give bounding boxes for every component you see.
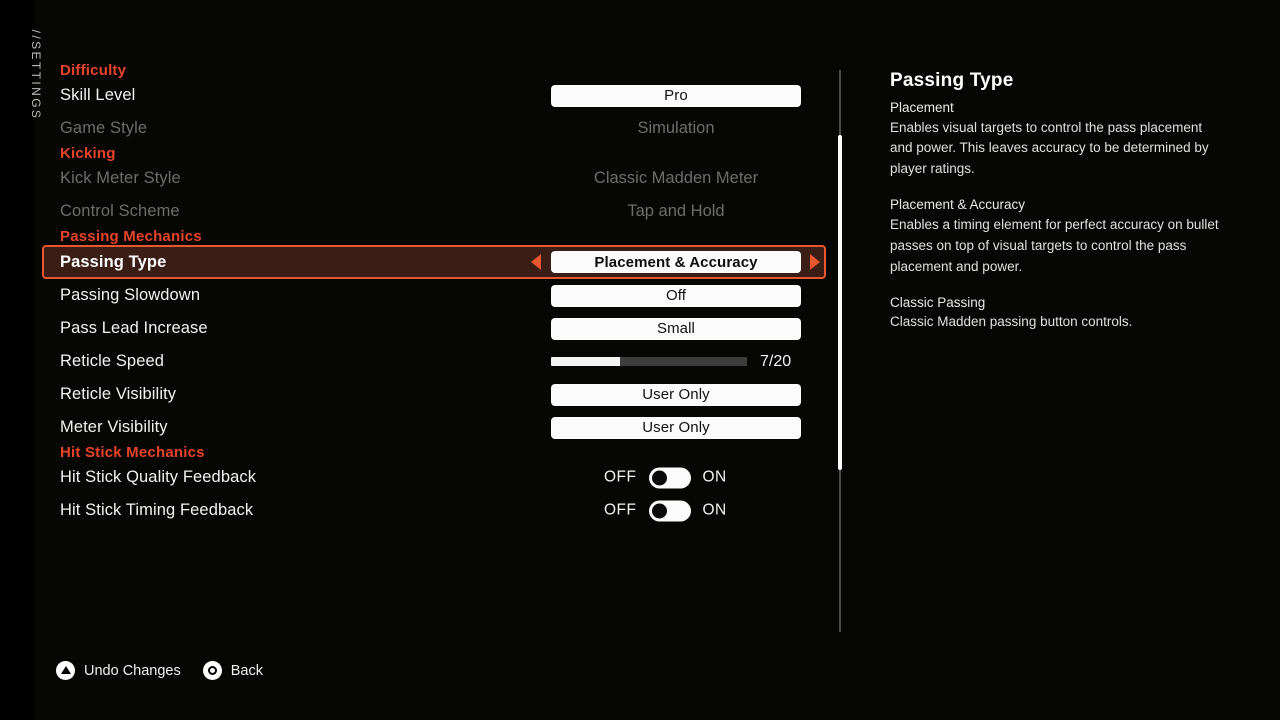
- breadcrumb-settings: //SETTINGS: [29, 29, 43, 121]
- setting-label: Passing Type: [60, 252, 167, 271]
- settings-list[interactable]: Difficulty Skill Level Pro Game Style Simula…: [42, 62, 834, 642]
- setting-label: Skill Level: [60, 86, 136, 104]
- setting-row[interactable]: Passing Slowdown Off: [44, 279, 834, 312]
- toggle-switch[interactable]: [648, 500, 691, 521]
- setting-value-pill[interactable]: User Only: [551, 416, 801, 439]
- setting-value-pill[interactable]: Pro: [551, 84, 801, 107]
- slider-fill: [551, 357, 620, 366]
- button-hints: Undo Changes Back: [56, 661, 263, 680]
- setting-label: Hit Stick Timing Feedback: [60, 501, 254, 519]
- setting-label: Reticle Speed: [60, 352, 165, 370]
- info-body: Enables a timing element for perfect acc…: [890, 216, 1219, 274]
- setting-value-pill[interactable]: Small: [551, 317, 801, 340]
- scrollbar-thumb[interactable]: [838, 135, 842, 470]
- section-header: Kicking: [60, 145, 116, 162]
- info-subtitle: Placement: [890, 100, 954, 115]
- setting-row: Control Scheme Tap and Hold: [44, 195, 834, 228]
- setting-value-pill[interactable]: Placement & Accuracy: [551, 251, 801, 273]
- setting-value: Simulation: [637, 119, 715, 137]
- toggle-knob: [652, 503, 667, 518]
- setting-label: Pass Lead Increase: [60, 319, 208, 337]
- setting-label: Kick Meter Style: [60, 169, 181, 187]
- setting-value-pill[interactable]: Off: [551, 284, 801, 307]
- button-hint[interactable]: Back: [202, 661, 263, 680]
- info-block: Placement Enables visual targets to contr…: [890, 101, 1220, 180]
- setting-row[interactable]: Hit Stick Timing Feedback OFF ON: [44, 494, 834, 527]
- info-panel: Passing Type Placement Enables visual tar…: [890, 70, 1220, 351]
- side-rail: //SETTINGS: [0, 0, 43, 720]
- setting-row[interactable]: Meter Visibility User Only: [44, 411, 834, 444]
- info-body: Classic Madden passing button controls.: [890, 314, 1133, 330]
- toggle-switch[interactable]: [648, 467, 691, 488]
- slider-track[interactable]: [551, 357, 747, 366]
- toggle-on-label: ON: [702, 501, 727, 519]
- setting-value: Classic Madden Meter: [593, 169, 759, 187]
- setting-row[interactable]: Pass Lead Increase Small: [44, 312, 834, 345]
- triangle-button-icon: [56, 661, 75, 680]
- section-header: Hit Stick Mechanics: [60, 444, 205, 461]
- setting-row[interactable]: Reticle Speed 7/20: [44, 345, 834, 378]
- setting-row[interactable]: Reticle Visibility User Only: [44, 378, 834, 411]
- button-hint-label: Undo Changes: [84, 662, 181, 679]
- button-hint-label: Back: [230, 662, 263, 679]
- info-subtitle: Classic Passing: [890, 294, 986, 310]
- setting-label: Reticle Visibility: [60, 385, 177, 403]
- setting-row: Kick Meter Style Classic Madden Meter: [44, 162, 834, 195]
- section-header: Difficulty: [60, 62, 127, 79]
- setting-row[interactable]: Passing Type Placement & Accuracy: [42, 245, 826, 279]
- setting-row[interactable]: Skill Level Pro: [44, 79, 834, 112]
- circle-glyph: [207, 665, 217, 676]
- setting-value-pill[interactable]: User Only: [551, 383, 801, 406]
- info-block: Classic Passing Classic Madden passing bu…: [890, 296, 1220, 333]
- slider-readout: 7/20: [760, 352, 792, 370]
- setting-label: Control Scheme: [60, 202, 180, 220]
- increment-arrow-icon[interactable]: [810, 254, 820, 270]
- info-panel-title: Passing Type: [890, 70, 1014, 91]
- toggle-on-label: ON: [702, 468, 727, 486]
- section-header: Passing Mechanics: [60, 228, 202, 245]
- setting-label: Hit Stick Quality Feedback: [60, 468, 257, 486]
- decrement-arrow-icon[interactable]: [531, 254, 541, 270]
- toggle-off-label: OFF: [604, 468, 637, 486]
- settings-screen: //SETTINGS Difficulty Skill Level Pro Game …: [0, 0, 1280, 720]
- setting-label: Passing Slowdown: [60, 286, 201, 304]
- toggle-knob: [652, 470, 667, 485]
- setting-row[interactable]: Hit Stick Quality Feedback OFF ON: [44, 461, 834, 494]
- setting-label: Meter Visibility: [60, 418, 168, 436]
- triangle-glyph: [60, 666, 71, 674]
- setting-toggle[interactable]: OFF ON: [604, 500, 727, 521]
- toggle-off-label: OFF: [604, 501, 637, 519]
- setting-value: Tap and Hold: [627, 202, 725, 220]
- info-body: Enables visual targets to control the pa…: [890, 119, 1209, 177]
- circle-button-icon: [202, 661, 222, 680]
- setting-row: Game Style Simulation: [44, 112, 834, 145]
- button-hint[interactable]: Undo Changes: [56, 661, 181, 680]
- info-subtitle: Placement & Accuracy: [890, 197, 1026, 213]
- setting-toggle[interactable]: OFF ON: [604, 467, 727, 488]
- info-block: Placement & Accuracy Enables a timing ele…: [890, 198, 1220, 277]
- setting-label: Game Style: [60, 119, 148, 137]
